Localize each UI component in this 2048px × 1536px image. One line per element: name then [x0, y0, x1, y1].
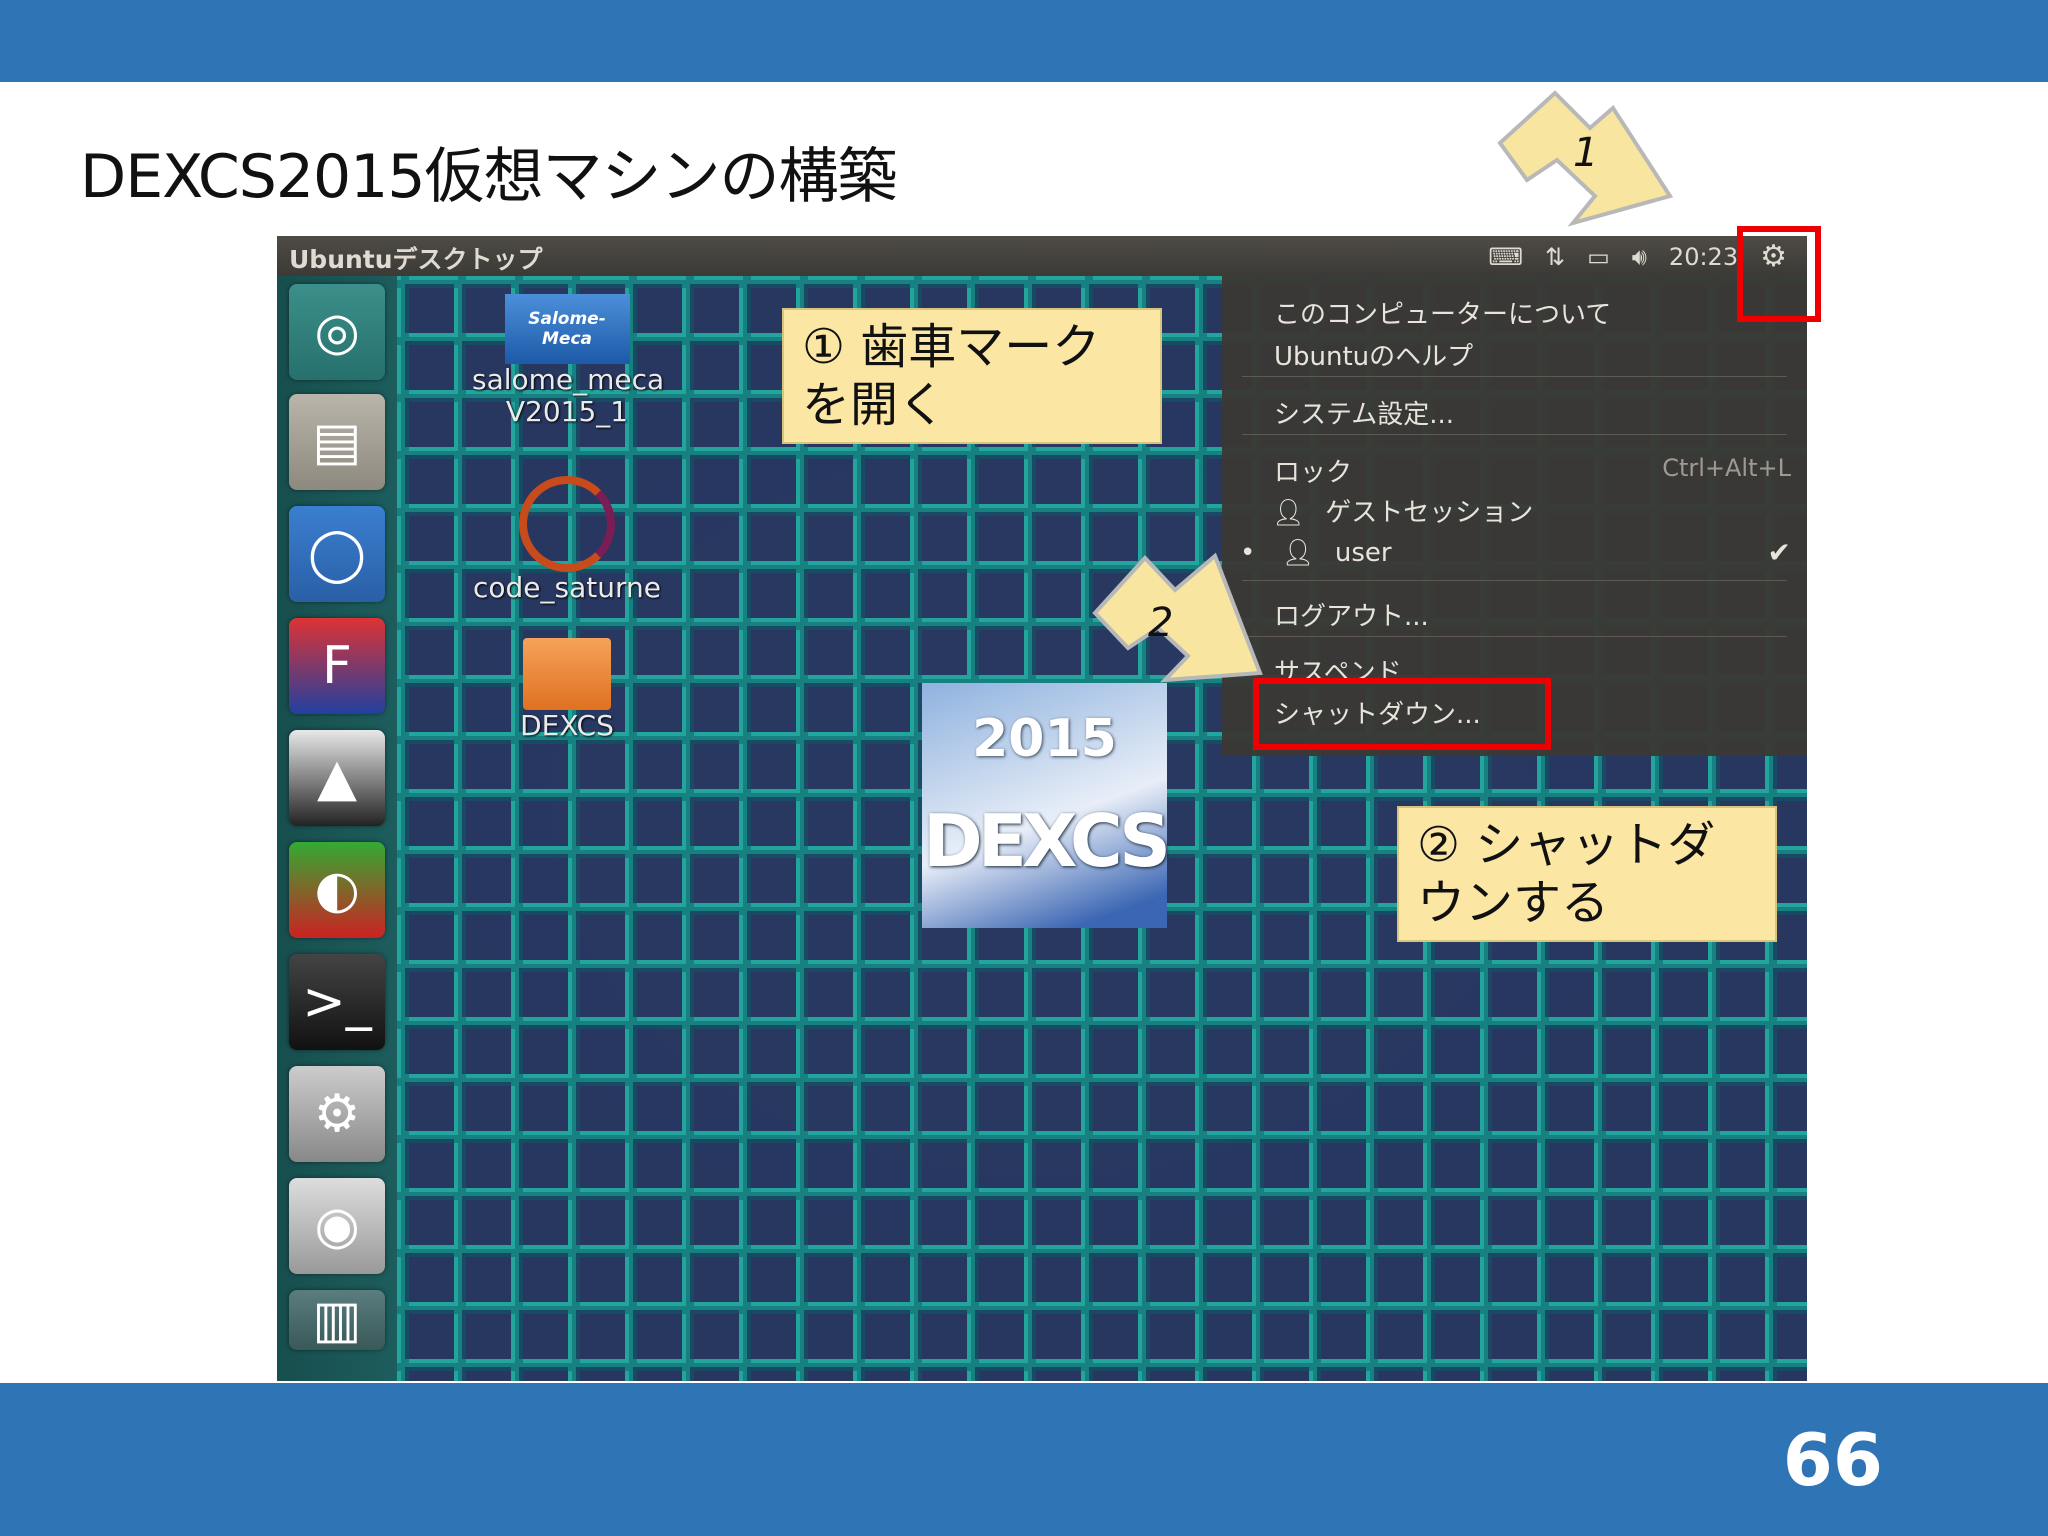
- person-icon: 👤︎: [1281, 538, 1315, 568]
- chromium-icon[interactable]: ◯: [289, 506, 385, 602]
- launcher: ◎ ▤ ◯ F ▲ ◐ >_ ⚙ ◉ ▥: [277, 276, 397, 1381]
- menu-item-logout[interactable]: ログアウト...: [1274, 596, 1429, 633]
- ubuntu-dash-icon[interactable]: ◎: [289, 284, 385, 380]
- arrow-1: 1: [1497, 90, 1674, 227]
- menu-item-system-settings[interactable]: システム設定...: [1274, 394, 1454, 431]
- code-saturne-logo: [519, 476, 615, 572]
- dexcs-wallpaper-logo: 2015 DEXCS: [922, 683, 1171, 928]
- desktop-icon-salome-meca[interactable]: Salome-Meca salome_meca V2015_1: [472, 294, 665, 428]
- ubuntu-top-panel: Ubuntuデスクトップ ⌨ ⇅ ▭ 🔊︎ 20:23 ⚙: [277, 236, 1807, 276]
- menu-item-lock[interactable]: ロック: [1274, 452, 1352, 489]
- dexcs-logo-word: DEXCS: [923, 798, 1171, 883]
- dexcs-logo-year: 2015: [972, 708, 1117, 769]
- menu-item-label: ゲストセッション: [1325, 498, 1534, 528]
- trash-icon[interactable]: ▥: [289, 1290, 385, 1350]
- menu-separator: [1242, 376, 1787, 377]
- page-number: 66: [1782, 1418, 1883, 1502]
- person-icon: 👤︎: [1272, 498, 1306, 528]
- ubuntu-window-title: Ubuntuデスクトップ: [289, 245, 543, 274]
- arrow-2-label: 2: [1148, 600, 1173, 646]
- shutdown-highlight-box: [1253, 678, 1551, 750]
- system-tools-icon[interactable]: ⚙: [289, 1066, 385, 1162]
- slide-title: DEXCS2015仮想マシンの構築: [80, 142, 898, 212]
- desktop-icon-dexcs-folder[interactable]: DEXCS: [472, 638, 662, 742]
- volume-icon[interactable]: 🔊︎: [1632, 243, 1647, 271]
- check-icon: ✔: [1767, 536, 1791, 569]
- terminal-icon[interactable]: >_: [289, 954, 385, 1050]
- dvd-icon[interactable]: ◉: [289, 1178, 385, 1274]
- step1-callout: ① 歯車マーク を開く: [782, 308, 1162, 444]
- folder-icon: [523, 638, 611, 710]
- callout-line: ② シャットダ: [1417, 817, 1716, 873]
- clock[interactable]: 20:23: [1669, 243, 1738, 271]
- menu-separator: [1242, 434, 1787, 435]
- network-icon[interactable]: ⇅: [1545, 243, 1565, 271]
- paraview-icon[interactable]: ▲: [289, 730, 385, 826]
- salome-meca-logo: Salome-Meca: [504, 294, 630, 364]
- files-icon[interactable]: ▤: [289, 394, 385, 490]
- callout-line: ウンする: [1417, 875, 1610, 931]
- lock-shortcut: Ctrl+Alt+L: [1662, 454, 1791, 482]
- icon-label: code_saturne: [473, 571, 661, 604]
- menu-separator: [1242, 580, 1787, 581]
- freecad-icon[interactable]: F: [289, 618, 385, 714]
- icon-label: DEXCS: [520, 709, 614, 742]
- menu-item-label: user: [1334, 538, 1392, 568]
- icon-label: salome_meca: [472, 363, 665, 396]
- arrow-1-label: 1: [1573, 130, 1598, 176]
- gear-highlight-box: [1737, 226, 1821, 322]
- keyboard-icon[interactable]: ⌨: [1488, 243, 1523, 271]
- menu-item-about[interactable]: このコンピューターについて: [1274, 294, 1611, 331]
- step2-callout: ② シャットダ ウンする: [1397, 806, 1777, 942]
- menu-item-guest-session[interactable]: 👤︎ ゲストセッション: [1272, 492, 1533, 529]
- battery-icon[interactable]: ▭: [1587, 243, 1610, 271]
- top-banner: [0, 0, 2048, 82]
- callout-line: ① 歯車マーク: [802, 319, 1101, 375]
- callout-line: を開く: [802, 377, 947, 433]
- menu-separator: [1242, 636, 1787, 637]
- menu-item-help[interactable]: Ubuntuのヘルプ: [1274, 336, 1473, 373]
- bottom-banner: [0, 1383, 2048, 1536]
- ubuntu-screenshot: Ubuntuデスクトップ ⌨ ⇅ ▭ 🔊︎ 20:23 ⚙ ◎ ▤ ◯ F ▲ …: [277, 236, 1807, 1381]
- icon-label: V2015_1: [505, 395, 629, 428]
- arrow-2: 2: [1092, 552, 1263, 683]
- desktop-icon-code-saturne[interactable]: code_saturne: [472, 476, 662, 604]
- salome-icon[interactable]: ◐: [289, 842, 385, 938]
